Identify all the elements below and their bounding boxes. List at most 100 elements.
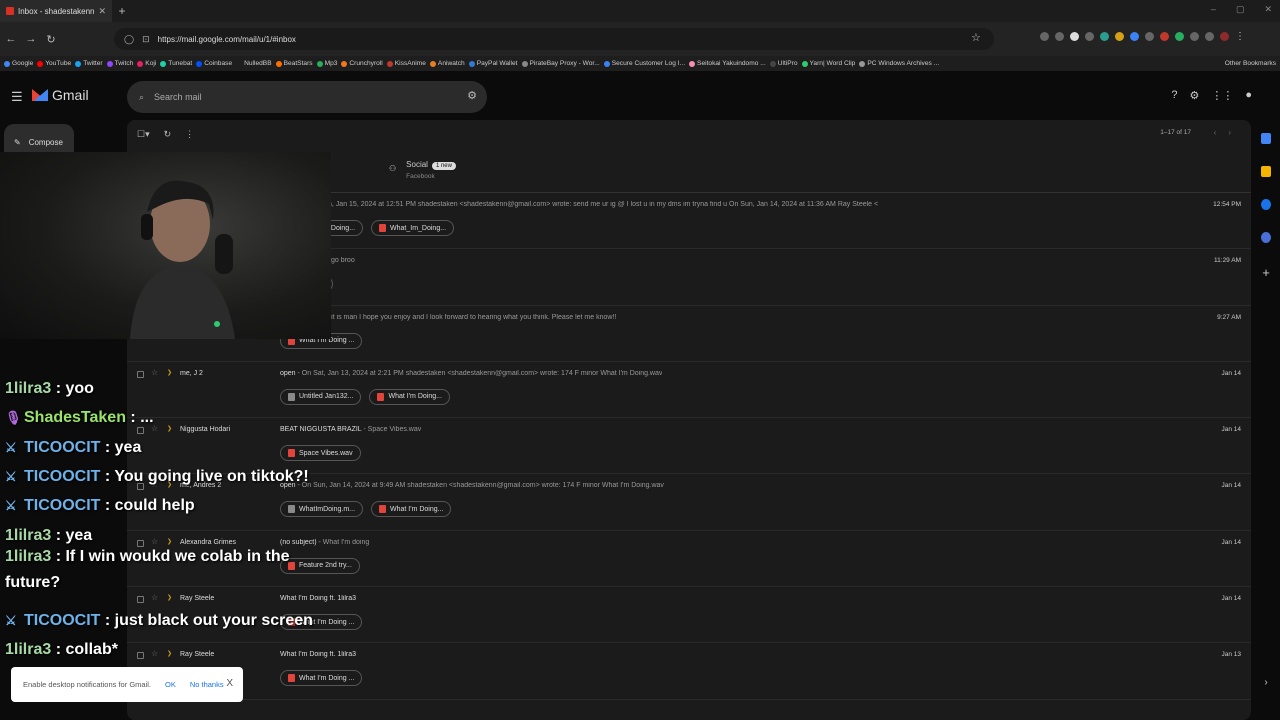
bookmark-item[interactable]: PayPal Wallet [468,60,518,67]
shield-icon[interactable]: ◯ [124,34,134,45]
extension-icon[interactable] [1205,32,1214,41]
other-bookmarks-button[interactable]: Other Bookmarks [1224,56,1276,71]
extension-icon[interactable] [1040,32,1049,41]
attachment-chip[interactable]: What_Im_Doing... [371,220,455,236]
row-checkbox[interactable] [137,370,144,378]
main-menu-icon[interactable]: ☰ [11,89,23,105]
contacts-icon[interactable] [1261,232,1271,243]
attachment-chip[interactable]: WhatImDoing.m... [280,501,364,518]
important-marker-icon[interactable]: ❯ [167,425,172,432]
chat-message: 1lilra3 : yoo [5,380,94,398]
email-subject: What I'm Doing ft. 1lilra3 [280,595,357,603]
search-input[interactable]: Search mail [154,92,202,102]
attachment-chip[interactable]: What I'm Doing... [369,388,450,405]
browser-tab[interactable]: Inbox - shadestakenn@gmail. ✕ [0,0,112,22]
chat-message: 🎙 ShadesTaken : ... [5,409,154,427]
attachment-chip[interactable]: What I'm Doing... [371,501,452,518]
bookmark-item[interactable]: YouTube [37,60,71,67]
email-row[interactable]: ☆ ❯ Niggusta Hodari BEAT NIGGUSTA BRAZIL - … [127,418,1251,475]
search-icon[interactable]: ⌕ [139,92,144,103]
bookmark-item[interactable]: Twitch [106,60,133,67]
bookmark-item[interactable]: PC Windows Archives ... [859,60,939,67]
close-tab-icon[interactable]: ✕ [98,6,106,17]
minimize-icon[interactable]: – [1211,4,1216,15]
bookmark-item[interactable]: Coinbase [196,60,232,67]
bookmark-item[interactable]: Koji [137,60,156,67]
bookmark-item[interactable]: Crunchyroll [341,60,383,67]
settings-gear-icon[interactable]: ⚙ [1189,89,1199,102]
tab-social[interactable]: ⚇ Social 1 new Facebook [389,160,456,180]
bookmark-item[interactable]: BeatStars [275,60,313,67]
gmail-logo[interactable]: Gmail [32,87,89,103]
more-options-icon[interactable]: ⋮ [185,129,194,140]
extension-icon[interactable] [1085,32,1094,41]
expand-panel-icon[interactable]: › [1264,677,1267,688]
calendar-icon[interactable] [1261,133,1271,144]
account-avatar-icon[interactable]: ● [1245,89,1252,102]
tasks-icon[interactable] [1261,199,1271,210]
bookmark-item[interactable]: Tunebat [160,60,192,67]
reload-icon[interactable]: ↻ [42,33,60,46]
important-marker-icon[interactable]: ❯ [167,369,172,376]
star-icon[interactable]: ☆ [151,368,158,377]
bookmark-item[interactable]: PirateBay Proxy - Wor... [521,60,600,67]
url-bar[interactable]: ◯ ⊡ https://mail.google.com/mail/u/1/#in… [114,28,994,50]
bookmark-item[interactable]: Yarn| Word Clip [801,60,855,67]
extension-icon[interactable] [1160,32,1169,41]
new-tab-button[interactable]: + [112,4,132,18]
extension-icon[interactable] [1145,32,1154,41]
url-text[interactable]: https://mail.google.com/mail/u/1/#inbox [158,35,296,44]
bookmark-item[interactable]: NulledBB [236,60,272,67]
forward-icon[interactable]: → [22,33,40,45]
bookmark-item[interactable]: UltiPro [769,60,798,67]
star-icon[interactable]: ☆ [151,649,158,658]
important-marker-icon[interactable]: ❯ [167,650,172,657]
extension-icon[interactable] [1100,32,1109,41]
refresh-icon[interactable]: ↻ [164,129,172,140]
profile-icon[interactable] [1220,32,1229,41]
bookmark-item[interactable]: KissAnime [386,60,426,67]
help-icon[interactable]: ? [1171,89,1177,102]
tab-title: Inbox - shadestakenn@gmail. [18,6,95,16]
search-box[interactable]: ⌕ Search mail ⚙ [127,81,487,113]
search-options-icon[interactable]: ⚙ [467,89,477,102]
close-window-icon[interactable]: ✕ [1264,4,1272,15]
attachment-chip[interactable]: Untitled Jan132... [280,388,362,405]
attachment-chip[interactable]: What I'm Doing ... [280,670,363,687]
keep-icon[interactable] [1261,166,1271,177]
add-addon-icon[interactable]: + [1262,265,1270,280]
extension-icon[interactable] [1190,32,1199,41]
extension-icon[interactable] [1055,32,1064,41]
bookmark-item[interactable]: Secure Customer Log I... [603,60,685,67]
email-row[interactable]: ☆ ❯ me, J 2 open - On Sat, Jan 13, 2024 at … [127,362,1251,419]
next-page-icon[interactable]: › [1228,128,1231,137]
extension-icon[interactable] [1130,32,1139,41]
bookmark-star-icon[interactable]: ☆ [971,31,981,44]
apps-grid-icon[interactable]: ⋮⋮ [1211,89,1233,102]
row-checkbox[interactable] [137,427,144,435]
menu-icon[interactable]: ⋮ [1235,32,1245,42]
extension-icon[interactable] [1070,32,1079,41]
previous-page-icon[interactable]: ‹ [1214,128,1217,137]
bookmark-item[interactable]: Seitokai Yakuindomo ... [689,60,766,67]
close-snackbar-button[interactable]: X [226,678,233,689]
no-thanks-button[interactable]: No thanks [190,680,224,689]
bookmark-item[interactable]: Google [4,60,33,67]
select-all-checkbox[interactable]: ☐▾ [137,129,150,140]
row-checkbox[interactable] [137,596,144,604]
lock-icon[interactable]: ⊡ [142,34,150,45]
audio-file-icon [379,505,387,514]
bookmark-item[interactable]: Mp3 [316,60,337,67]
attachment-chip[interactable]: Space Vibes.wav [280,445,361,462]
bookmark-item[interactable]: Aniwatch [429,60,465,67]
bookmark-favicon-icon [341,60,348,67]
bookmark-item[interactable]: Twitter [75,60,103,67]
row-checkbox[interactable] [137,652,144,660]
maximize-icon[interactable]: ▢ [1236,4,1245,15]
extension-icon[interactable] [1115,32,1124,41]
extension-icon[interactable] [1175,32,1184,41]
ok-button[interactable]: OK [165,680,176,689]
email-row[interactable]: ☆ ❯ Ray Steele What I'm Doing ft. 1lilra3 Ja… [127,643,1251,700]
back-icon[interactable]: ← [2,33,20,45]
gmail-favicon-icon [6,7,14,15]
